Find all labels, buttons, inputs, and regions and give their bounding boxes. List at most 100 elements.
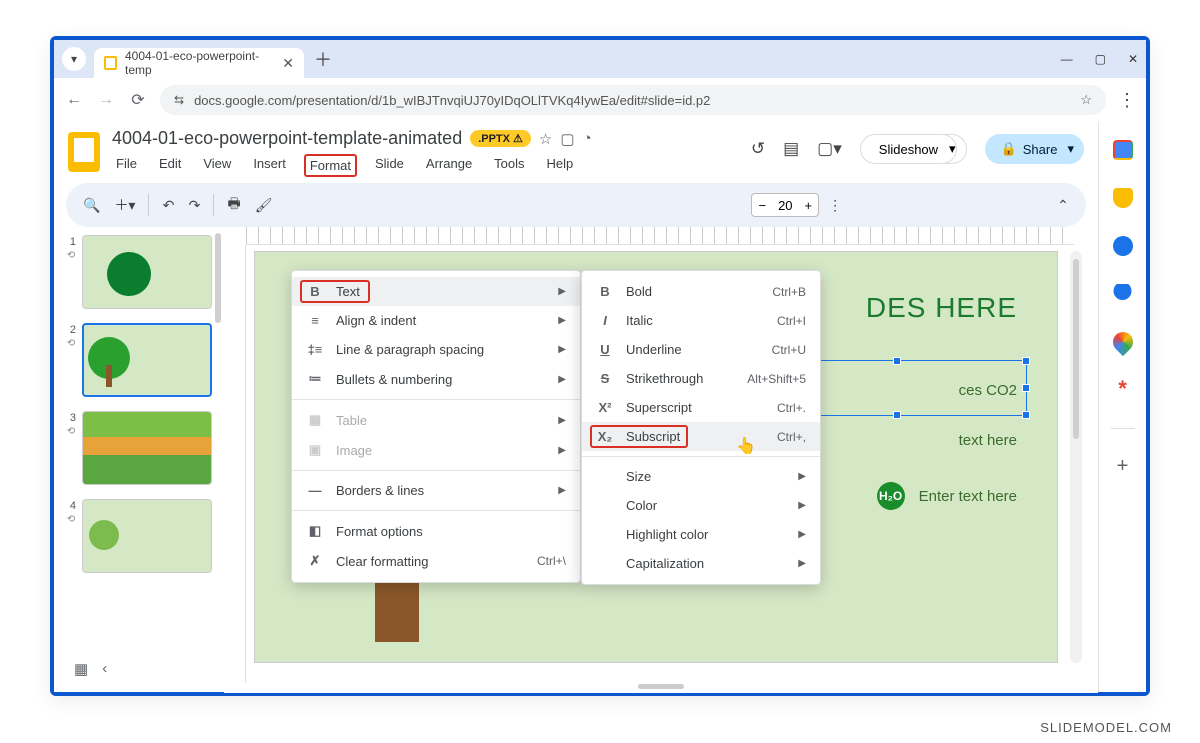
calendar-icon[interactable] [1113,140,1133,160]
menu-item-color[interactable]: Color▶ [582,491,820,520]
site-info-icon[interactable]: ⇆ [174,93,184,107]
new-tab-button[interactable]: ＋ [314,46,332,72]
tab-search-button[interactable]: ▾ [62,47,86,71]
close-window-button[interactable]: ✕ [1128,52,1138,66]
font-size-value[interactable]: 20 [772,198,798,213]
menu-format[interactable]: Format [304,154,357,177]
link-icon: ⟲ [67,250,75,261]
document-title[interactable]: 4004-01-eco-powerpoint-template-animated [112,128,462,149]
forward-button[interactable]: → [96,91,116,109]
reload-button[interactable]: ⟳ [128,90,148,110]
menu-item-align[interactable]: ≡Align & indent▶ [292,306,580,335]
submenu-arrow-icon: ▶ [558,286,566,297]
subscript-icon: X₂ [596,429,614,444]
bullets-icon: ≔ [306,371,324,387]
horizontal-ruler[interactable] [246,227,1074,245]
slide-thumbnail-4[interactable] [82,499,212,573]
bottom-left-controls: ▦ ‹ [74,660,107,678]
thumb-scrollbar[interactable] [215,233,221,323]
slide-title-text[interactable]: DES HERE [866,292,1017,324]
spacing-icon: ‡≡ [306,342,324,357]
move-doc-icon[interactable]: ▢ [560,130,574,148]
history-icon[interactable]: ↺ [751,139,765,159]
menu-item-capitalization[interactable]: Capitalization▶ [582,549,820,578]
share-dropdown[interactable]: ▾ [1057,134,1084,164]
slide-thumbnail-1[interactable] [82,235,212,309]
menu-item-text[interactable]: B Text ▶ [292,277,580,306]
meet-icon[interactable]: ▢▾ [817,139,842,159]
browser-menu-button[interactable]: ⋮ [1118,90,1136,111]
menu-item-italic[interactable]: IItalicCtrl+I [582,306,820,335]
prev-slide-icon[interactable]: ‹ [102,660,107,678]
menu-view[interactable]: View [199,154,235,177]
superscript-icon: X² [596,400,614,415]
menu-item-format-options[interactable]: ◧Format options [292,516,580,546]
speaker-notes-handle[interactable] [638,684,684,689]
undo-button[interactable]: ↶ [157,192,179,219]
more-tools-icon[interactable]: ⋮ [823,192,847,219]
menu-item-bold[interactable]: BBoldCtrl+B [582,277,820,306]
font-size-control[interactable]: − 20 + [751,193,819,217]
doc-status-icon[interactable]: ◔ [583,130,592,147]
menu-item-strikethrough[interactable]: SStrikethroughAlt+Shift+5 [582,364,820,393]
app-main: 4004-01-eco-powerpoint-template-animated… [54,122,1098,692]
menu-file[interactable]: File [112,154,141,177]
addon-icon[interactable]: * [1113,380,1133,400]
add-addon-icon[interactable]: + [1113,457,1133,477]
slide-thumbnail-3[interactable] [82,411,212,485]
canvas-scrollbar[interactable] [1070,251,1082,663]
tasks-icon[interactable] [1113,236,1133,256]
paint-format-button[interactable]: 🖌 [250,192,278,219]
pptx-badge[interactable]: .PPTX ⚠ [470,130,531,147]
maximize-button[interactable]: ▢ [1095,52,1106,66]
search-menu-icon[interactable]: 🔍 [78,192,105,219]
menu-item-size[interactable]: Size▶ [582,462,820,491]
tab-close-icon[interactable]: ✕ [282,55,294,72]
borders-icon: — [306,483,324,498]
menu-item-underline[interactable]: UUnderlineCtrl+U [582,335,820,364]
comments-icon[interactable]: ▤ [783,139,799,159]
menu-insert[interactable]: Insert [249,154,290,177]
maps-icon[interactable] [1108,328,1136,356]
grid-view-icon[interactable]: ▦ [74,660,88,678]
bookmark-star-icon[interactable]: ☆ [1080,92,1092,108]
bullet-text: ces CO2 [959,382,1017,399]
menu-edit[interactable]: Edit [155,154,185,177]
print-button[interactable]: 🖶 [222,188,245,222]
menu-item-clear-formatting[interactable]: ✗Clear formattingCtrl+\ [292,546,580,576]
menu-item-highlight-color[interactable]: Highlight color▶ [582,520,820,549]
slideshow-dropdown[interactable]: ▾ [939,134,967,164]
tab-favicon [104,56,117,70]
redo-button[interactable]: ↷ [183,192,205,219]
menu-item-subscript[interactable]: X₂SubscriptCtrl+, [582,422,820,451]
font-size-decrease[interactable]: − [752,198,772,213]
vertical-ruler[interactable] [224,245,246,683]
star-doc-icon[interactable]: ☆ [539,130,552,148]
new-slide-button[interactable]: ＋▾ [109,190,140,220]
slides-logo-icon[interactable] [68,132,100,172]
back-button[interactable]: ← [64,91,84,109]
italic-icon: I [596,313,614,328]
menu-item-superscript[interactable]: X²SuperscriptCtrl+. [582,393,820,422]
address-bar[interactable]: ⇆ docs.google.com/presentation/d/1b_wIBJ… [160,85,1106,115]
menu-item-borders[interactable]: —Borders & lines▶ [292,476,580,505]
slide-thumbnail-panel[interactable]: 1⟲ 2⟲ 3⟲ 4⟲ [54,227,224,693]
menu-tools[interactable]: Tools [490,154,528,177]
menu-help[interactable]: Help [543,154,578,177]
menu-item-bullets[interactable]: ≔Bullets & numbering▶ [292,364,580,394]
contacts-icon[interactable] [1113,284,1133,304]
underline-icon: U [596,342,614,357]
menu-slide[interactable]: Slide [371,154,408,177]
slide-thumbnail-2[interactable] [82,323,212,397]
bullet-row-3[interactable]: H₂OEnter text here [877,482,1017,510]
minimize-button[interactable]: — [1061,52,1073,66]
menu-arrange[interactable]: Arrange [422,154,476,177]
keep-icon[interactable] [1113,188,1133,208]
menu-item-spacing[interactable]: ‡≡Line & paragraph spacing▶ [292,335,580,364]
watermark-text: SLIDEMODEL.COM [1040,720,1172,735]
browser-tab[interactable]: 4004-01-eco-powerpoint-temp ✕ [94,48,304,78]
font-size-increase[interactable]: + [799,198,819,213]
bullet-row-1[interactable]: ces CO2 [959,382,1017,399]
collapse-toolbar-icon[interactable]: ⌃ [1052,192,1074,219]
bullet-row-2[interactable]: text here [959,432,1017,449]
